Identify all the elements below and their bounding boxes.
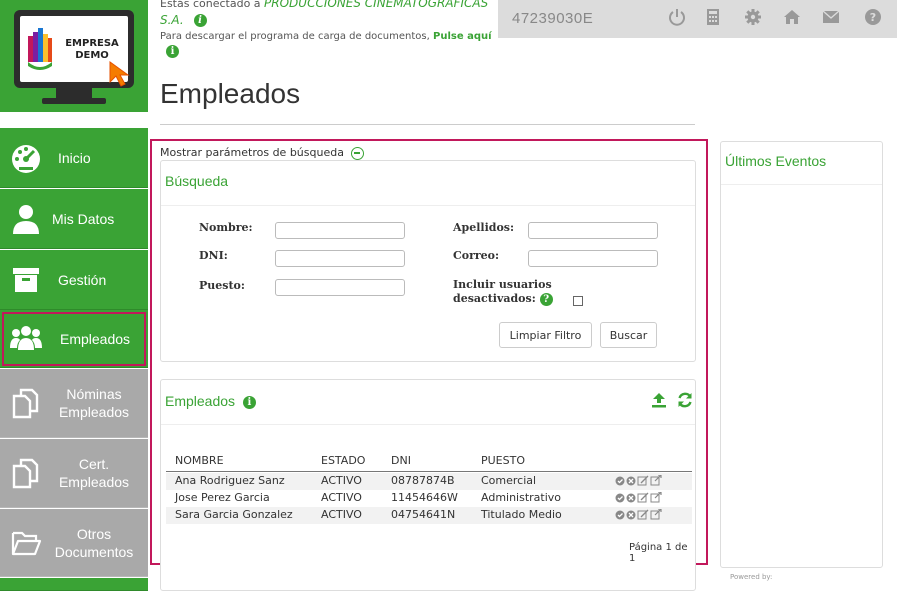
user-id: 47239030E (512, 10, 594, 27)
users-group-icon (10, 326, 42, 350)
row-actions-icons[interactable] (615, 492, 675, 504)
power-icon[interactable] (668, 8, 686, 26)
svg-text:?: ? (870, 11, 876, 24)
archive-box-icon (13, 268, 39, 292)
include-inactive-label: Incluir usuarios desactivados: ? (453, 278, 553, 306)
sidebar-item-label: Mis Datos (52, 210, 115, 227)
dni-label: DNI: (199, 249, 228, 262)
recent-events-title: Últimos Eventos (725, 153, 827, 169)
sidebar-item-label: Inicio (58, 149, 91, 166)
search-panel: Búsqueda Nombre: Apellidos: DNI: Correo:… (160, 160, 696, 362)
empresa-logo-icon (28, 28, 52, 70)
connection-info: Estás conectado a PRODUCCIONES CINEMATOG… (160, 0, 489, 10)
sidebar-item-label: Otros Documentos (54, 525, 134, 560)
column-header[interactable]: NOMBRE (175, 454, 224, 467)
help-icon[interactable]: ? (539, 292, 553, 306)
sidebar-item-label: Cert. Empleados (58, 456, 130, 490)
toggle-search-params[interactable]: Mostrar parámetros de búsqueda (160, 146, 365, 160)
include-inactive-checkbox[interactable] (573, 296, 583, 306)
nombre-input[interactable] (275, 222, 405, 239)
sidebar-item-empleados[interactable]: Empleados (0, 310, 148, 368)
table-row[interactable]: Sara Garcia Gonzalez ACTIVO 04754641N Ti… (166, 507, 692, 524)
info-icon[interactable]: i (242, 395, 256, 409)
column-header[interactable]: DNI (391, 454, 411, 467)
sidebar-item-more[interactable] (0, 578, 148, 591)
row-actions-icons[interactable] (615, 509, 675, 521)
sidebar-item-cert-empleados[interactable]: Cert. Empleados (0, 439, 148, 508)
envelope-icon[interactable] (822, 8, 840, 26)
recent-events-panel: Últimos Eventos (720, 141, 883, 568)
correo-input[interactable] (528, 250, 658, 267)
employees-panel: Empleados i NOMBRE ESTADO DNI PUESTO Ana… (160, 379, 696, 591)
upload-icon[interactable] (651, 392, 667, 408)
download-link[interactable]: Pulse aquí (433, 31, 492, 42)
cursor-arrow-icon (109, 61, 130, 87)
dni-input[interactable] (275, 250, 405, 267)
home-icon[interactable] (783, 8, 801, 26)
pagination-label: Página 1 de 1 (629, 542, 688, 564)
sidebar-item-mis-datos[interactable]: Mis Datos (0, 189, 148, 249)
puesto-input[interactable] (275, 279, 405, 296)
sidebar-item-label: Gestión (58, 271, 107, 288)
nombre-label: Nombre: (199, 221, 253, 234)
company-logo-area: EMPRESA DEMO (0, 0, 148, 112)
column-header[interactable]: PUESTO (481, 454, 525, 467)
employees-panel-title: Empleados i (165, 393, 256, 409)
monitor-icon: EMPRESA DEMO (14, 10, 134, 88)
powered-by: Powered by: (730, 573, 773, 581)
sidebar-item-label: Nóminas Empleados (58, 386, 130, 420)
help-icon[interactable]: ? (864, 8, 882, 26)
row-actions-icons[interactable] (615, 475, 675, 487)
search-panel-title: Búsqueda (165, 173, 229, 189)
clear-filter-button[interactable]: Limpiar Filtro (499, 322, 592, 348)
dashboard-gauge-icon (12, 145, 40, 173)
sidebar-item-label: Empleados (60, 330, 131, 347)
correo-label: Correo: (453, 249, 500, 262)
refresh-icon[interactable] (676, 391, 694, 409)
user-icon (13, 205, 39, 234)
apellidos-input[interactable] (528, 222, 658, 239)
collapse-minus-icon[interactable] (351, 146, 365, 160)
page-title: Empleados (160, 78, 301, 109)
apellidos-label: Apellidos: (453, 221, 515, 234)
gear-icon[interactable] (744, 8, 762, 26)
sidebar-item-inicio[interactable]: Inicio (0, 128, 148, 188)
sidebar-item-otros-documentos[interactable]: Otros Documentos (0, 509, 148, 577)
info-icon[interactable]: i (166, 45, 179, 58)
divider (160, 124, 695, 125)
puesto-label: Puesto: (199, 279, 245, 292)
search-button[interactable]: Buscar (600, 322, 657, 348)
documents-icon (12, 388, 39, 419)
logo-text: EMPRESA DEMO (65, 38, 119, 61)
sidebar-item-nominas-empleados[interactable]: Nóminas Empleados (0, 369, 148, 438)
calculator-icon[interactable] (704, 8, 722, 26)
table-row[interactable]: Ana Rodriguez Sanz ACTIVO 08787874B Come… (166, 473, 692, 490)
documents-icon (12, 458, 39, 489)
info-icon[interactable]: i (193, 14, 207, 27)
company-name-continued: S.A. i (160, 13, 207, 27)
table-row[interactable]: Jose Perez Garcia ACTIVO 11454646W Admin… (166, 490, 692, 507)
folder-open-icon (11, 531, 42, 556)
download-info: Para descargar el programa de carga de d… (160, 31, 492, 42)
column-header[interactable]: ESTADO (321, 454, 365, 467)
top-bar: 47239030E ? (498, 0, 897, 38)
sidebar: EMPRESA DEMO Inicio Mis Datos Gestión Em… (0, 0, 148, 591)
sidebar-item-gestion[interactable]: Gestión (0, 250, 148, 310)
